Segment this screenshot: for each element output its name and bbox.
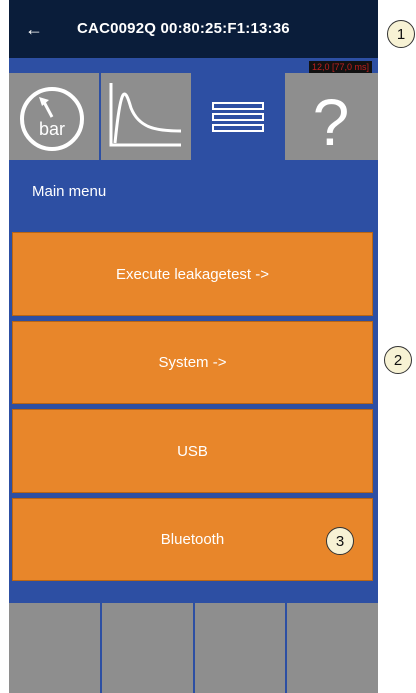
tab-gauge[interactable]: bar: [9, 73, 99, 160]
help-icon: ?: [313, 85, 350, 159]
execute-leakagetest-button[interactable]: Execute leakagetest ->: [12, 232, 373, 316]
help-label: ?: [313, 85, 350, 159]
button-label: USB: [177, 442, 208, 460]
tab-bar: bar ?: [9, 73, 378, 160]
usb-button[interactable]: USB: [12, 409, 373, 493]
device-title: CAC0092Q 00:80:25:F1:13:36: [77, 20, 290, 37]
button-label: Execute leakagetest ->: [115, 265, 269, 283]
tab-menu[interactable]: [193, 73, 283, 160]
callout-1: 1: [387, 20, 415, 48]
section-title: Main menu: [32, 183, 107, 200]
bottom-slot-2[interactable]: [101, 603, 193, 693]
bottom-bar: [9, 603, 378, 693]
menu-lines-icon: [212, 102, 264, 132]
callout-2: 2: [384, 346, 412, 374]
graph-icon: [109, 83, 182, 147]
tab-help[interactable]: ?: [285, 73, 378, 160]
button-label: System ->: [158, 354, 227, 371]
button-label: Bluetooth: [160, 531, 225, 548]
top-app-bar: ← CAC0092Q 00:80:25:F1:13:36: [9, 0, 378, 58]
bottom-slot-3[interactable]: [194, 603, 286, 693]
tab-graph[interactable]: [101, 73, 191, 160]
system-button[interactable]: System ->: [12, 321, 373, 404]
app-screen: ← CAC0092Q 00:80:25:F1:13:36 12,0 [77,0 …: [9, 0, 378, 693]
callout-3: 3: [326, 527, 354, 555]
bluetooth-button[interactable]: Bluetooth: [12, 498, 373, 581]
gauge-icon: bar: [20, 87, 84, 151]
timing-readout: 12,0 [77,0 ms]: [308, 61, 372, 73]
bottom-slot-1[interactable]: [9, 603, 100, 693]
bottom-slot-4[interactable]: [287, 603, 378, 693]
gauge-label: bar: [39, 119, 65, 139]
arrow-left-icon[interactable]: ←: [25, 18, 43, 40]
